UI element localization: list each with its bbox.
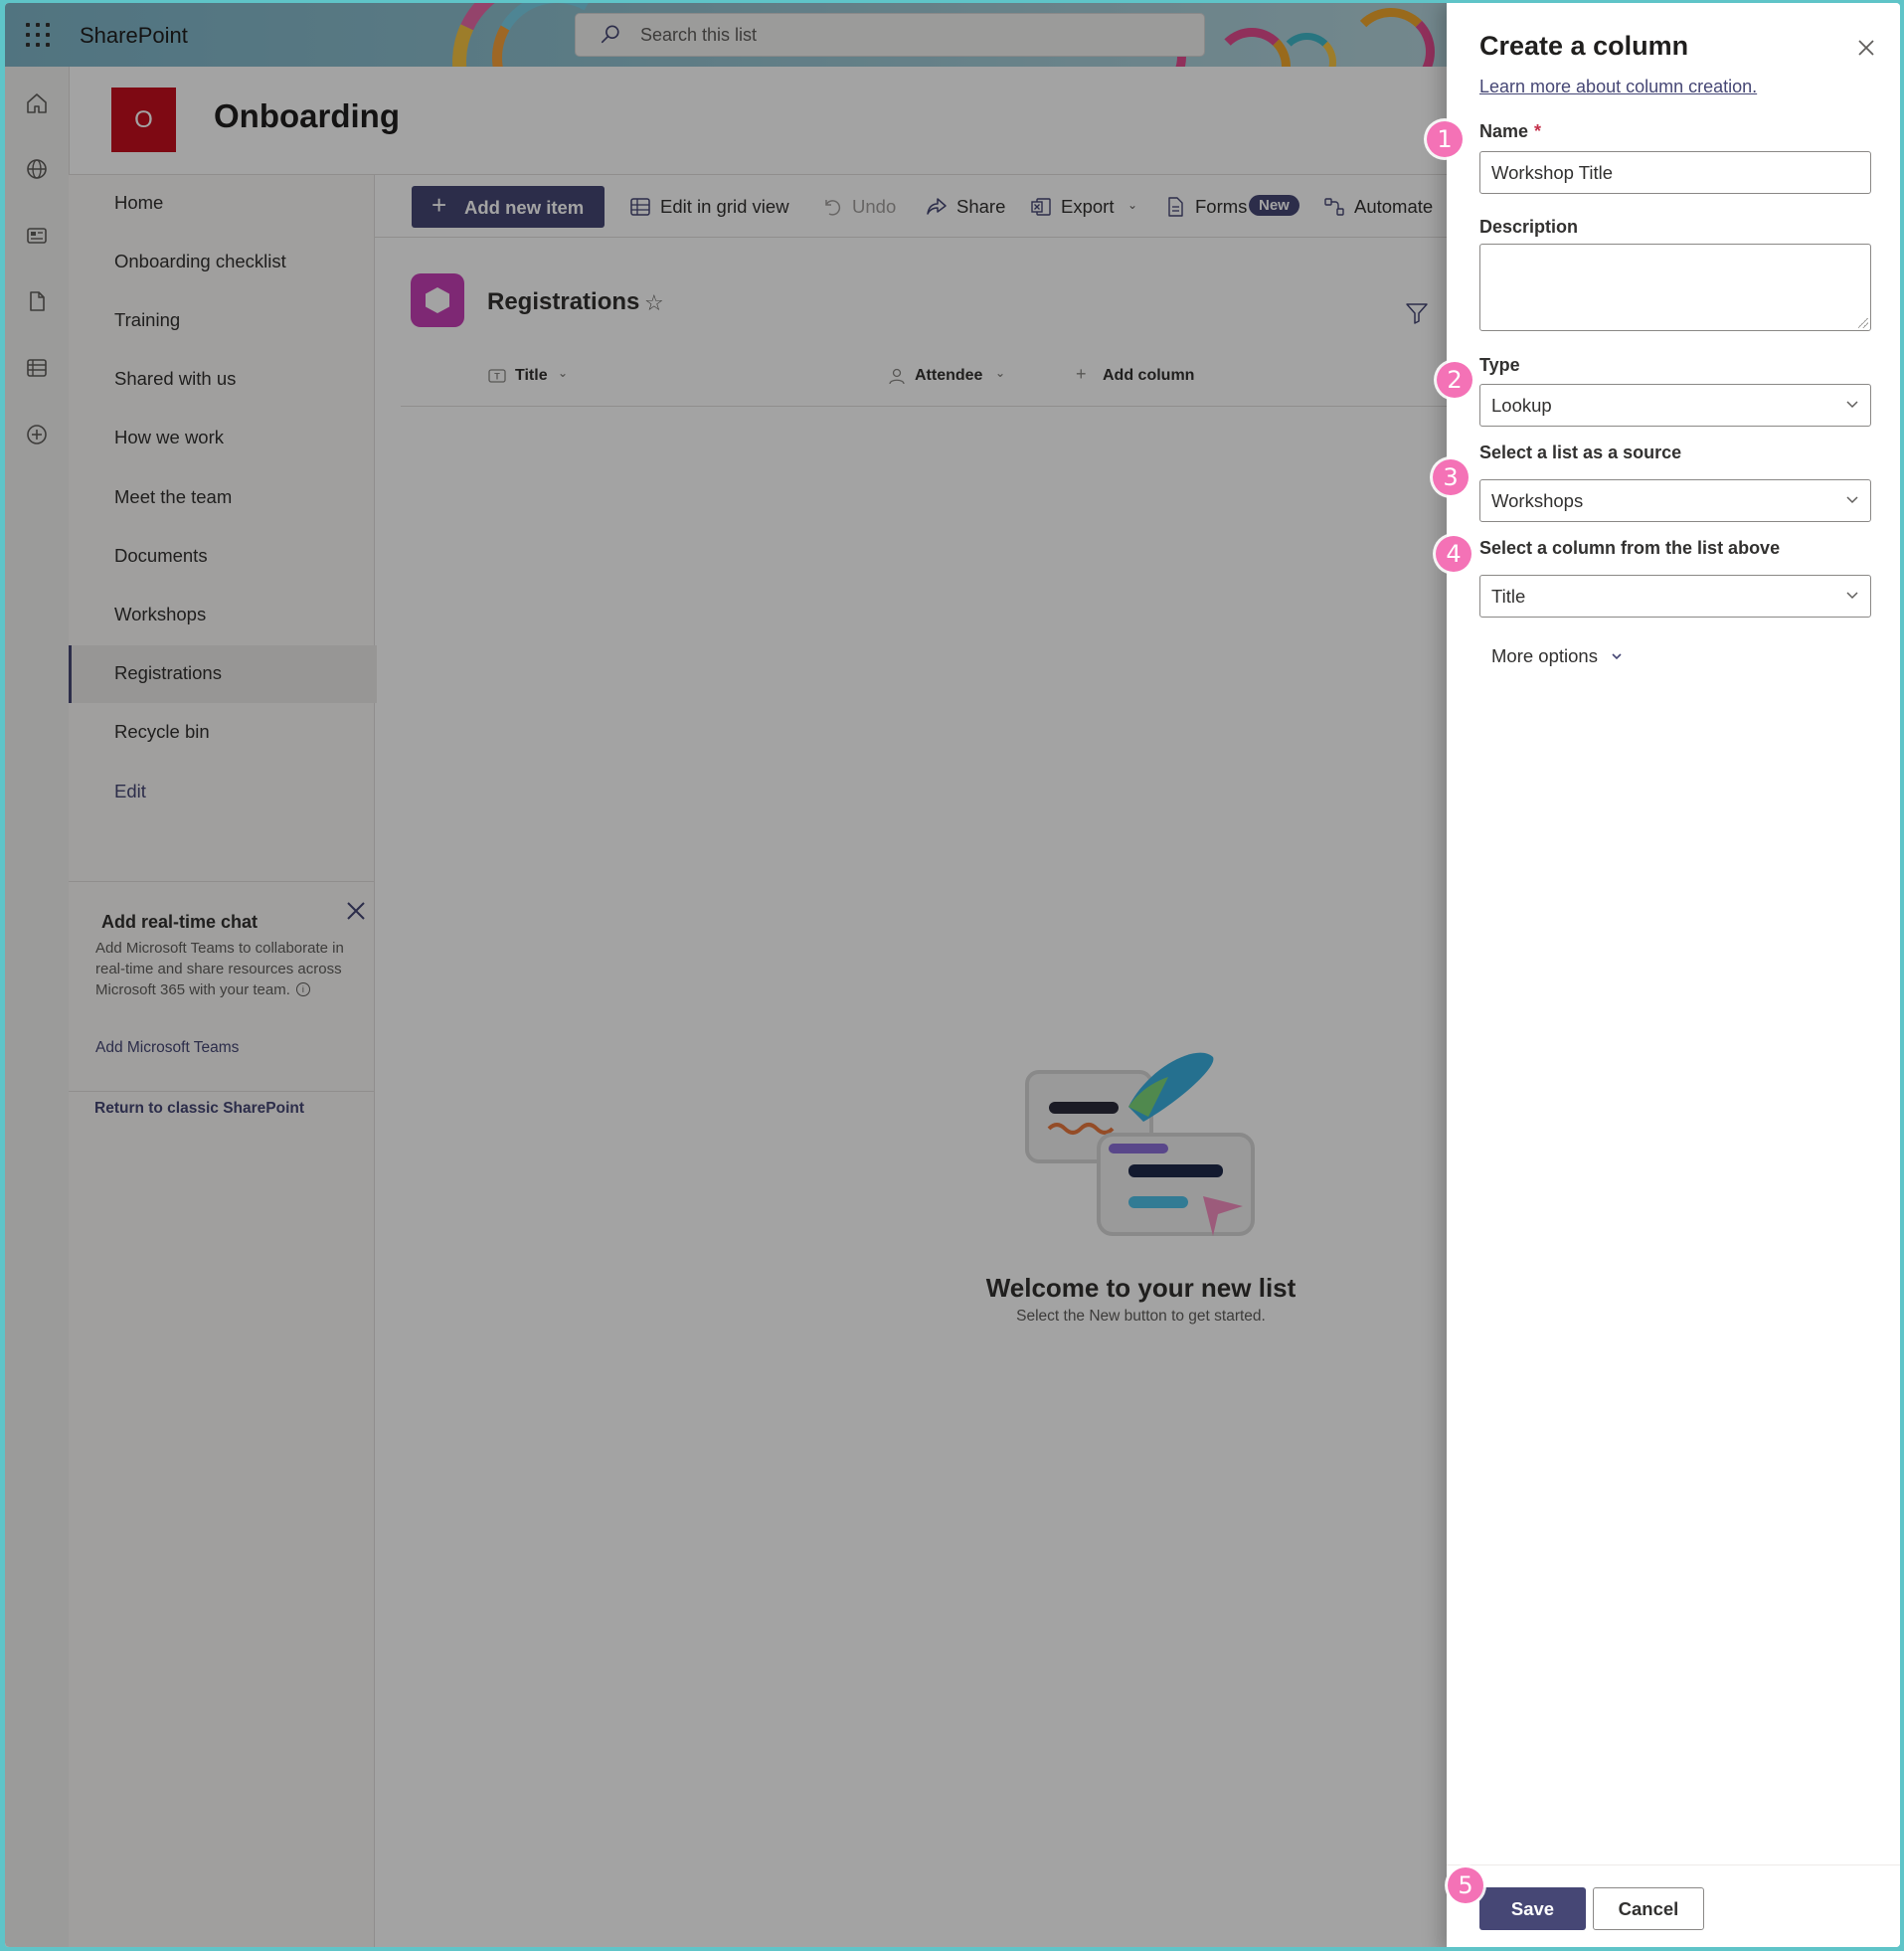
step-marker-5: 5	[1448, 1867, 1483, 1903]
description-field[interactable]	[1479, 244, 1871, 331]
source-list-label: Select a list as a source	[1479, 443, 1682, 462]
more-options-label: More options	[1491, 645, 1598, 666]
more-options-button[interactable]: More options	[1491, 645, 1623, 667]
type-dropdown-value: Lookup	[1491, 395, 1552, 416]
app-window: SharePoint Search this list O Onboarding…	[5, 3, 1900, 1947]
save-button[interactable]: Save	[1479, 1887, 1586, 1930]
description-label: Description	[1479, 217, 1579, 237]
source-list-dropdown[interactable]: Workshops	[1479, 479, 1871, 522]
step-marker-3: 3	[1433, 459, 1469, 495]
name-field[interactable]: Workshop Title	[1479, 151, 1871, 194]
chevron-down-icon	[1846, 401, 1858, 409]
divider	[1447, 1864, 1900, 1865]
chevron-down-icon	[1612, 653, 1622, 660]
step-marker-4: 4	[1436, 536, 1471, 572]
step-marker-1: 1	[1427, 121, 1463, 157]
step-marker-2: 2	[1437, 362, 1472, 398]
type-label: Type	[1479, 355, 1520, 375]
learn-more-link[interactable]: Learn more about column creation.	[1479, 77, 1757, 97]
source-list-value: Workshops	[1491, 490, 1584, 511]
lookup-column-label: Select a column from the list above	[1479, 538, 1781, 558]
name-label: Name *	[1479, 121, 1541, 142]
chevron-down-icon	[1846, 496, 1858, 504]
create-column-panel: Create a column Learn more about column …	[1447, 3, 1900, 1947]
resize-handle[interactable]	[1858, 318, 1868, 328]
chevron-down-icon	[1846, 592, 1858, 600]
lookup-column-value: Title	[1491, 586, 1526, 607]
name-label-text: Name	[1479, 121, 1529, 141]
name-field-value: Workshop Title	[1491, 162, 1614, 183]
required-mark: *	[1534, 121, 1542, 141]
cancel-button[interactable]: Cancel	[1593, 1887, 1704, 1930]
panel-title: Create a column	[1479, 31, 1689, 61]
lookup-column-dropdown[interactable]: Title	[1479, 575, 1871, 618]
close-icon[interactable]	[1855, 37, 1877, 59]
modal-overlay[interactable]	[5, 3, 1447, 1947]
type-dropdown[interactable]: Lookup	[1479, 384, 1871, 427]
